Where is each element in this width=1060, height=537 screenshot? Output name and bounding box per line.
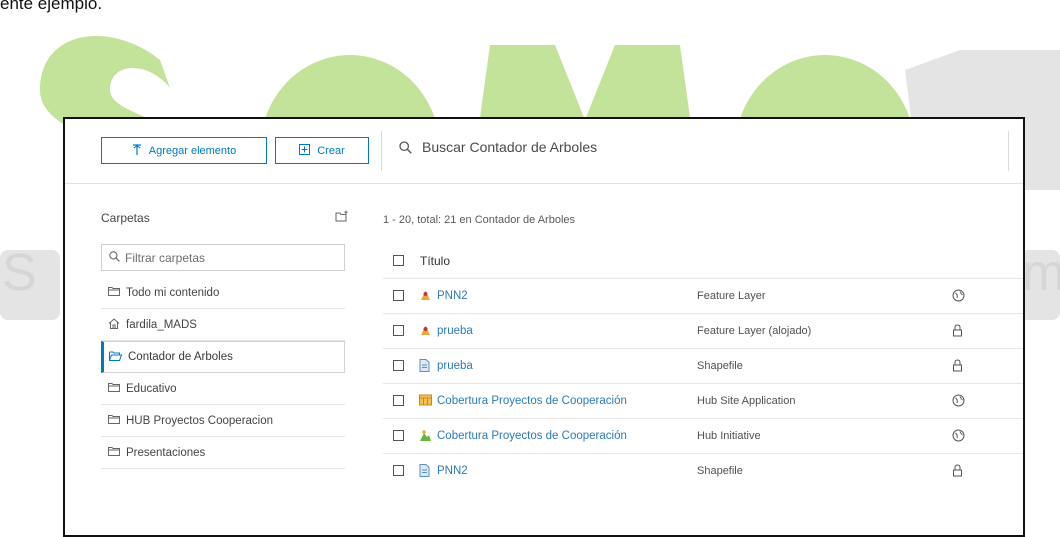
table-row[interactable]: prueba Shapefile	[383, 349, 1023, 384]
folder-item-todo[interactable]: Todo mi contenido	[101, 277, 345, 309]
folder-label: Educativo	[126, 382, 177, 395]
item-title-link[interactable]: PNN2	[437, 290, 468, 302]
table-row[interactable]: PNN2 Feature Layer	[383, 279, 1023, 314]
folders-heading: Carpetas	[101, 211, 150, 225]
item-type: Hub Initiative	[697, 430, 761, 442]
folder-label: HUB Proyectos Cooperacion	[126, 414, 274, 427]
item-type: Shapefile	[697, 465, 743, 477]
folder-item-educativo[interactable]: Educativo	[101, 373, 345, 405]
folder-item-home[interactable]: fardila_MADS	[101, 309, 345, 341]
folders-icon	[108, 286, 120, 299]
toolbar-divider-right	[1008, 131, 1009, 171]
hub-site-icon	[419, 394, 432, 409]
folder-open-icon	[109, 351, 123, 364]
row-checkbox[interactable]	[393, 465, 404, 476]
filter-folders-placeholder: Filtrar carpetas	[125, 250, 206, 265]
toolbar: Agregar elemento Crear Buscar Contador d…	[65, 119, 1023, 184]
folder-item-presentaciones[interactable]: Presentaciones	[101, 437, 345, 469]
filter-folders-input[interactable]: Filtrar carpetas	[101, 244, 345, 271]
row-checkbox[interactable]	[393, 325, 404, 336]
globe-icon	[952, 394, 965, 410]
folder-label: fardila_MADS	[126, 318, 197, 331]
item-title-link[interactable]: prueba	[437, 360, 473, 372]
add-item-button[interactable]: Agregar elemento	[101, 137, 267, 164]
create-label: Crear	[317, 144, 345, 157]
folder-item-contador[interactable]: Contador de Arboles	[101, 341, 345, 373]
item-title-link[interactable]: prueba	[437, 325, 473, 337]
table-row[interactable]: PNN2 Shapefile	[383, 454, 1023, 489]
feature-layer-icon	[419, 289, 432, 305]
folder-label: Contador de Arboles	[128, 351, 233, 363]
results-count: 1 - 20, total: 21 en Contador de Arboles	[383, 214, 576, 226]
folder-icon	[108, 446, 120, 459]
column-header-title[interactable]: Título	[420, 254, 450, 268]
folder-label: Presentaciones	[126, 446, 206, 459]
table-row[interactable]: prueba Feature Layer (alojado)	[383, 314, 1023, 349]
item-title-link[interactable]: Cobertura Proyectos de Cooperación	[437, 395, 627, 407]
select-all-checkbox[interactable]	[393, 255, 404, 266]
lock-icon	[952, 464, 963, 480]
lock-icon	[952, 359, 963, 375]
home-icon	[108, 317, 120, 332]
item-type: Hub Site Application	[697, 395, 796, 407]
file-icon	[419, 359, 430, 375]
item-title-link[interactable]: PNN2	[437, 465, 468, 477]
add-item-label: Agregar elemento	[148, 144, 237, 157]
search-icon	[109, 250, 120, 265]
globe-icon	[952, 429, 965, 445]
table-row[interactable]: Cobertura Proyectos de Cooperación Hub S…	[383, 384, 1023, 419]
file-icon	[419, 464, 430, 480]
feature-layer-icon	[419, 324, 432, 340]
table-row[interactable]: Cobertura Proyectos de Cooperación Hub I…	[383, 419, 1023, 454]
folder-label: Todo mi contenido	[126, 286, 220, 299]
new-folder-icon[interactable]	[335, 209, 349, 227]
toolbar-divider	[381, 131, 382, 171]
row-checkbox[interactable]	[393, 395, 404, 406]
content-list: 1 - 20, total: 21 en Contador de Arboles…	[383, 183, 1023, 535]
plus-square-icon	[299, 144, 311, 157]
item-type: Feature Layer (alojado)	[697, 325, 812, 337]
table-header: Título	[383, 244, 1023, 279]
item-title-link[interactable]: Cobertura Proyectos de Cooperación	[437, 430, 627, 442]
folder-icon	[108, 414, 120, 427]
item-type: Feature Layer	[697, 290, 766, 302]
create-button[interactable]: Crear	[275, 137, 369, 164]
hub-initiative-icon	[419, 429, 432, 445]
search-icon	[399, 140, 412, 154]
row-checkbox[interactable]	[393, 290, 404, 301]
lock-icon	[952, 324, 963, 340]
folder-item-hub[interactable]: HUB Proyectos Cooperacion	[101, 405, 345, 437]
row-checkbox[interactable]	[393, 430, 404, 441]
search-placeholder: Buscar Contador de Arboles	[422, 139, 598, 155]
item-type: Shapefile	[697, 360, 743, 372]
watermark-sub-left: S	[2, 244, 37, 302]
upload-icon	[132, 143, 142, 158]
folders-sidebar: Carpetas Filtrar carpetas Todo mi conten…	[101, 183, 349, 535]
watermark-sub-right: m	[1022, 244, 1060, 302]
folder-icon	[108, 382, 120, 395]
row-checkbox[interactable]	[393, 360, 404, 371]
globe-icon	[952, 289, 965, 305]
search-input[interactable]: Buscar Contador de Arboles	[399, 139, 597, 155]
content-window: Agregar elemento Crear Buscar Contador d…	[63, 117, 1025, 537]
